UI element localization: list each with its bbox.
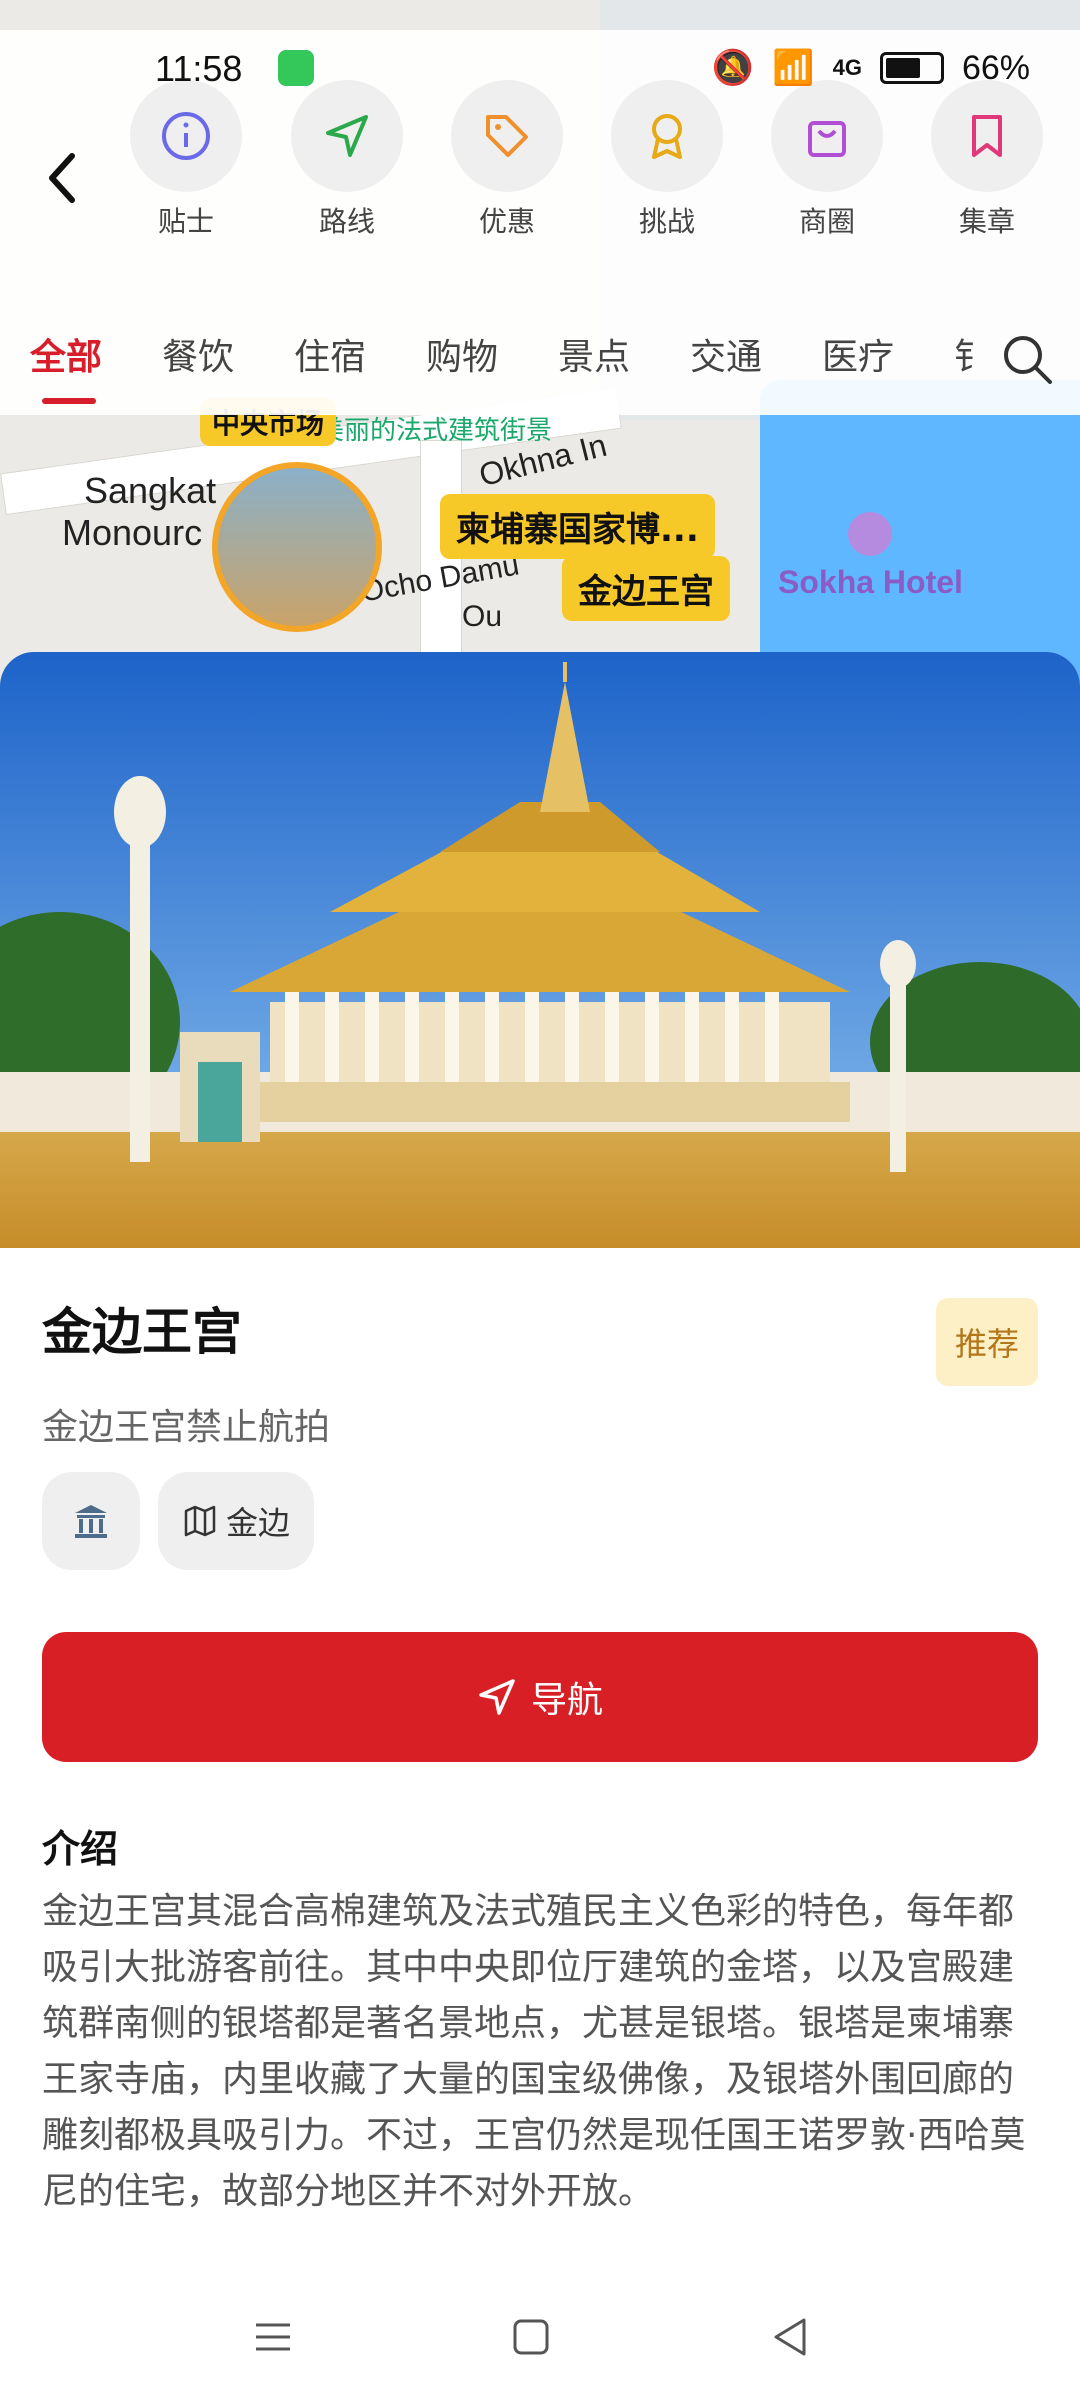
area-chip-label: 金边 xyxy=(225,1504,290,1542)
back-icon[interactable] xyxy=(766,2312,816,2362)
royal-palace-photo xyxy=(0,652,1080,1248)
museum-icon xyxy=(75,1505,107,1538)
navigate-label: 导航 xyxy=(530,1680,603,1721)
tab-lodging[interactable]: 住宿 xyxy=(294,328,366,380)
map-label-sangkat: Sangkat xyxy=(84,470,217,511)
battery-icon xyxy=(879,52,944,84)
tab-medical[interactable]: 医疗 xyxy=(822,328,894,380)
menu-icon[interactable] xyxy=(248,2312,298,2362)
battery-percent: 66% xyxy=(961,48,1030,87)
toolbar-item-shopping[interactable]: 商圈 xyxy=(767,80,887,240)
area-chip[interactable]: 金边 xyxy=(158,1472,314,1570)
tab-shopping[interactable]: 购物 xyxy=(426,328,498,380)
system-navigation-bar xyxy=(0,2272,1080,2400)
status-right: 🔕 📶 4G 66% xyxy=(712,48,1030,88)
poi-thumbnail[interactable] xyxy=(212,462,382,632)
map-label-monourc: Monourc xyxy=(62,512,203,553)
toolbar-label: 路线 xyxy=(318,205,375,238)
map-label-street: 美丽的法式建筑街景 xyxy=(318,415,553,445)
map-label-ou: Ou xyxy=(462,600,503,633)
tab-transport[interactable]: 交通 xyxy=(690,328,762,380)
navigate-button[interactable]: 导航 xyxy=(42,1632,1038,1762)
place-detail-card: 金边王宫 推荐 金边王宫禁止航拍 金边 导航 介绍 金边王宫其混合高棉建筑及法式… xyxy=(0,652,1080,2272)
category-chip[interactable] xyxy=(42,1472,140,1570)
toolbar-label: 商圈 xyxy=(798,205,855,238)
status-bar: 11:58 🔕 📶 4G 66% xyxy=(0,40,1080,100)
intro-heading: 介绍 xyxy=(42,1827,119,1871)
info-icon xyxy=(162,112,210,160)
tab-more[interactable]: 钅 xyxy=(954,328,976,380)
mute-icon: 🔕 xyxy=(711,49,755,87)
toolbar-item-stamps[interactable]: 集章 xyxy=(927,80,1047,240)
navigation-icon xyxy=(479,1679,515,1715)
place-photo xyxy=(0,652,1080,1248)
hotel-pin-icon[interactable] xyxy=(848,512,892,556)
map-icon xyxy=(184,1505,216,1537)
bookmark-icon xyxy=(972,115,1002,157)
search-icon[interactable] xyxy=(1000,332,1054,386)
toolbar-label: 集章 xyxy=(958,205,1015,238)
toolbar-label: 贴士 xyxy=(157,205,214,238)
toolbar-item-challenge[interactable]: 挑战 xyxy=(607,80,727,240)
recommend-badge: 推荐 xyxy=(936,1298,1038,1386)
message-notification-icon xyxy=(278,50,314,86)
back-arrow-icon[interactable] xyxy=(42,148,82,208)
status-time: 11:58 xyxy=(155,48,243,89)
active-tab-indicator xyxy=(42,398,96,404)
poi-tag-national-museum[interactable]: 柬埔寨国家博... xyxy=(440,494,715,559)
network-label: 4G xyxy=(832,55,862,80)
toolbar-item-deals[interactable]: 优惠 xyxy=(447,80,567,240)
intro-text: 金边王宫其混合高棉建筑及法式殖民主义色彩的特色，每年都吸引大批游客前往。其中中央… xyxy=(42,1891,1026,2212)
toolbar-item-route[interactable]: 路线 xyxy=(287,80,407,240)
toolbar-item-tips[interactable]: 贴士 xyxy=(126,80,246,240)
shopping-bag-icon xyxy=(808,121,846,157)
tab-all[interactable]: 全部 xyxy=(30,328,102,380)
award-icon xyxy=(652,114,682,159)
tab-dining[interactable]: 餐饮 xyxy=(162,328,234,380)
toolbar-label: 优惠 xyxy=(478,205,535,238)
toolbar-label: 挑战 xyxy=(638,205,695,238)
map-label-hotel[interactable]: Sokha Hotel xyxy=(778,564,963,601)
home-icon[interactable] xyxy=(506,2312,556,2362)
place-subtitle: 金边王宫禁止航拍 xyxy=(42,1407,331,1448)
wifi-icon: 📶 xyxy=(772,49,815,87)
navigation-icon xyxy=(326,115,368,157)
place-title: 金边王宫 xyxy=(42,1303,242,1361)
poi-tag-royal-palace[interactable]: 金边王宫 xyxy=(562,556,730,621)
tab-attractions[interactable]: 景点 xyxy=(558,328,630,380)
tag-icon xyxy=(486,115,528,157)
